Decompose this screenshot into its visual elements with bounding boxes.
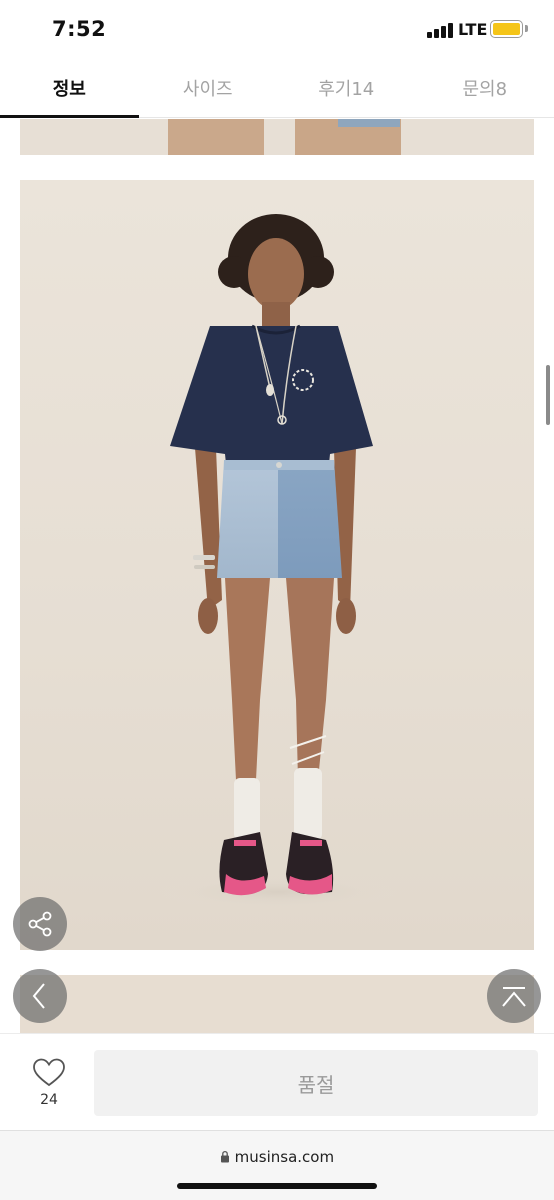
back-button[interactable] (13, 969, 67, 1023)
share-button[interactable] (13, 897, 67, 951)
scrollbar[interactable] (546, 365, 550, 425)
like-count: 24 (40, 1092, 58, 1108)
status-time: 7:52 (52, 17, 107, 41)
tab-reviews[interactable]: 후기14 (277, 58, 416, 117)
scroll-to-top-button[interactable] (487, 969, 541, 1023)
purchase-bar: 24 품절 (0, 1033, 554, 1130)
product-tabs: 정보 사이즈 후기14 문의8 (0, 58, 554, 118)
battery-cap (525, 25, 528, 32)
product-image-previous (20, 119, 534, 155)
sold-out-button[interactable]: 품절 (94, 1050, 538, 1116)
network-type: LTE (458, 20, 488, 39)
share-icon (28, 911, 52, 937)
lock-icon (220, 1150, 229, 1163)
chevron-left-icon (32, 983, 45, 1009)
like-button[interactable]: 24 (24, 1056, 74, 1116)
battery-icon (490, 20, 523, 38)
address-display[interactable]: musinsa.com (0, 1148, 554, 1166)
status-bar: 7:52 LTE (0, 0, 554, 58)
url-text: musinsa.com (234, 1148, 335, 1166)
home-indicator[interactable] (177, 1183, 377, 1189)
tab-inquiries[interactable]: 문의8 (416, 58, 554, 117)
product-image-next (20, 975, 534, 1033)
scroll-to-top-icon (502, 987, 526, 1007)
tab-size[interactable]: 사이즈 (139, 58, 278, 117)
product-image-main (20, 180, 534, 950)
tab-info[interactable]: 정보 (0, 58, 139, 118)
browser-address-bar: musinsa.com (0, 1130, 554, 1200)
cellular-signal-icon (427, 22, 453, 38)
heart-icon (33, 1058, 65, 1087)
